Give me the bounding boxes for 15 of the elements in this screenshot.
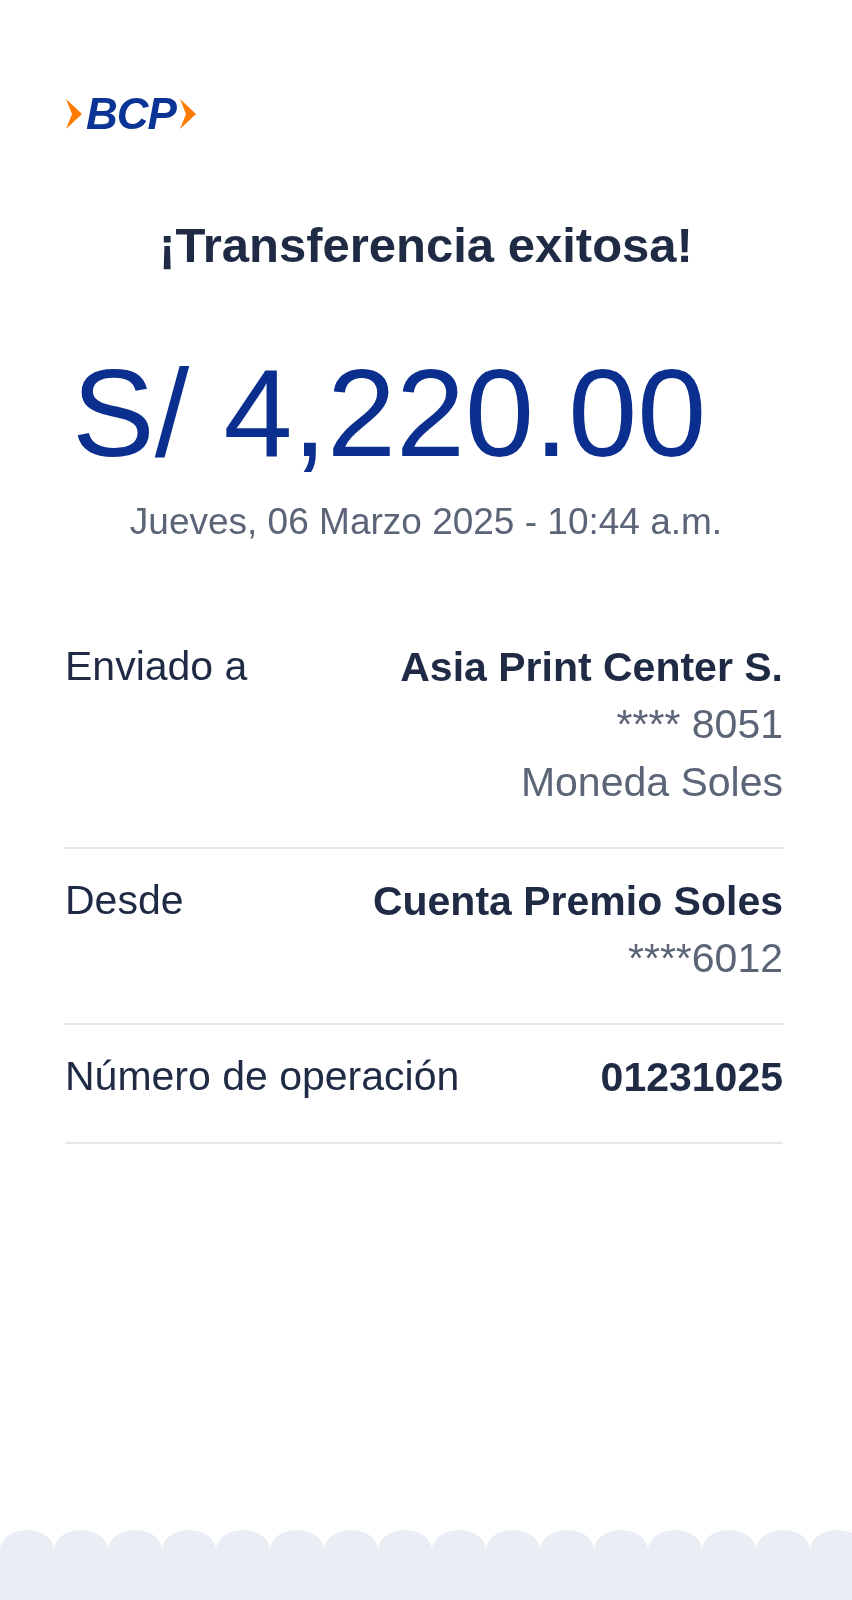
detail-label: Número de operación	[65, 1053, 460, 1102]
detail-value: ****6012	[627, 933, 783, 983]
chevron-icon	[177, 97, 198, 131]
chevron-icon	[64, 97, 84, 131]
bank-logo: BCP	[86, 92, 176, 136]
detail-label: Desde	[65, 876, 184, 925]
detail-value: Asia Print Center S.	[400, 643, 783, 693]
detail-value: **** 8051	[616, 700, 783, 750]
detail-value: 01231025	[600, 1053, 783, 1103]
detail-value: Moneda Soles	[520, 757, 783, 807]
detail-value: Cuenta Premio Soles	[372, 876, 783, 926]
detail-label: Enviado a	[65, 643, 248, 692]
date-time: Jueves, 06 Marzo 2025 - 10:44 a.m.	[128, 501, 724, 544]
amount: S/ 4,220.00	[72, 344, 708, 482]
success-title: ¡Transferencia exitosa!	[158, 217, 694, 274]
